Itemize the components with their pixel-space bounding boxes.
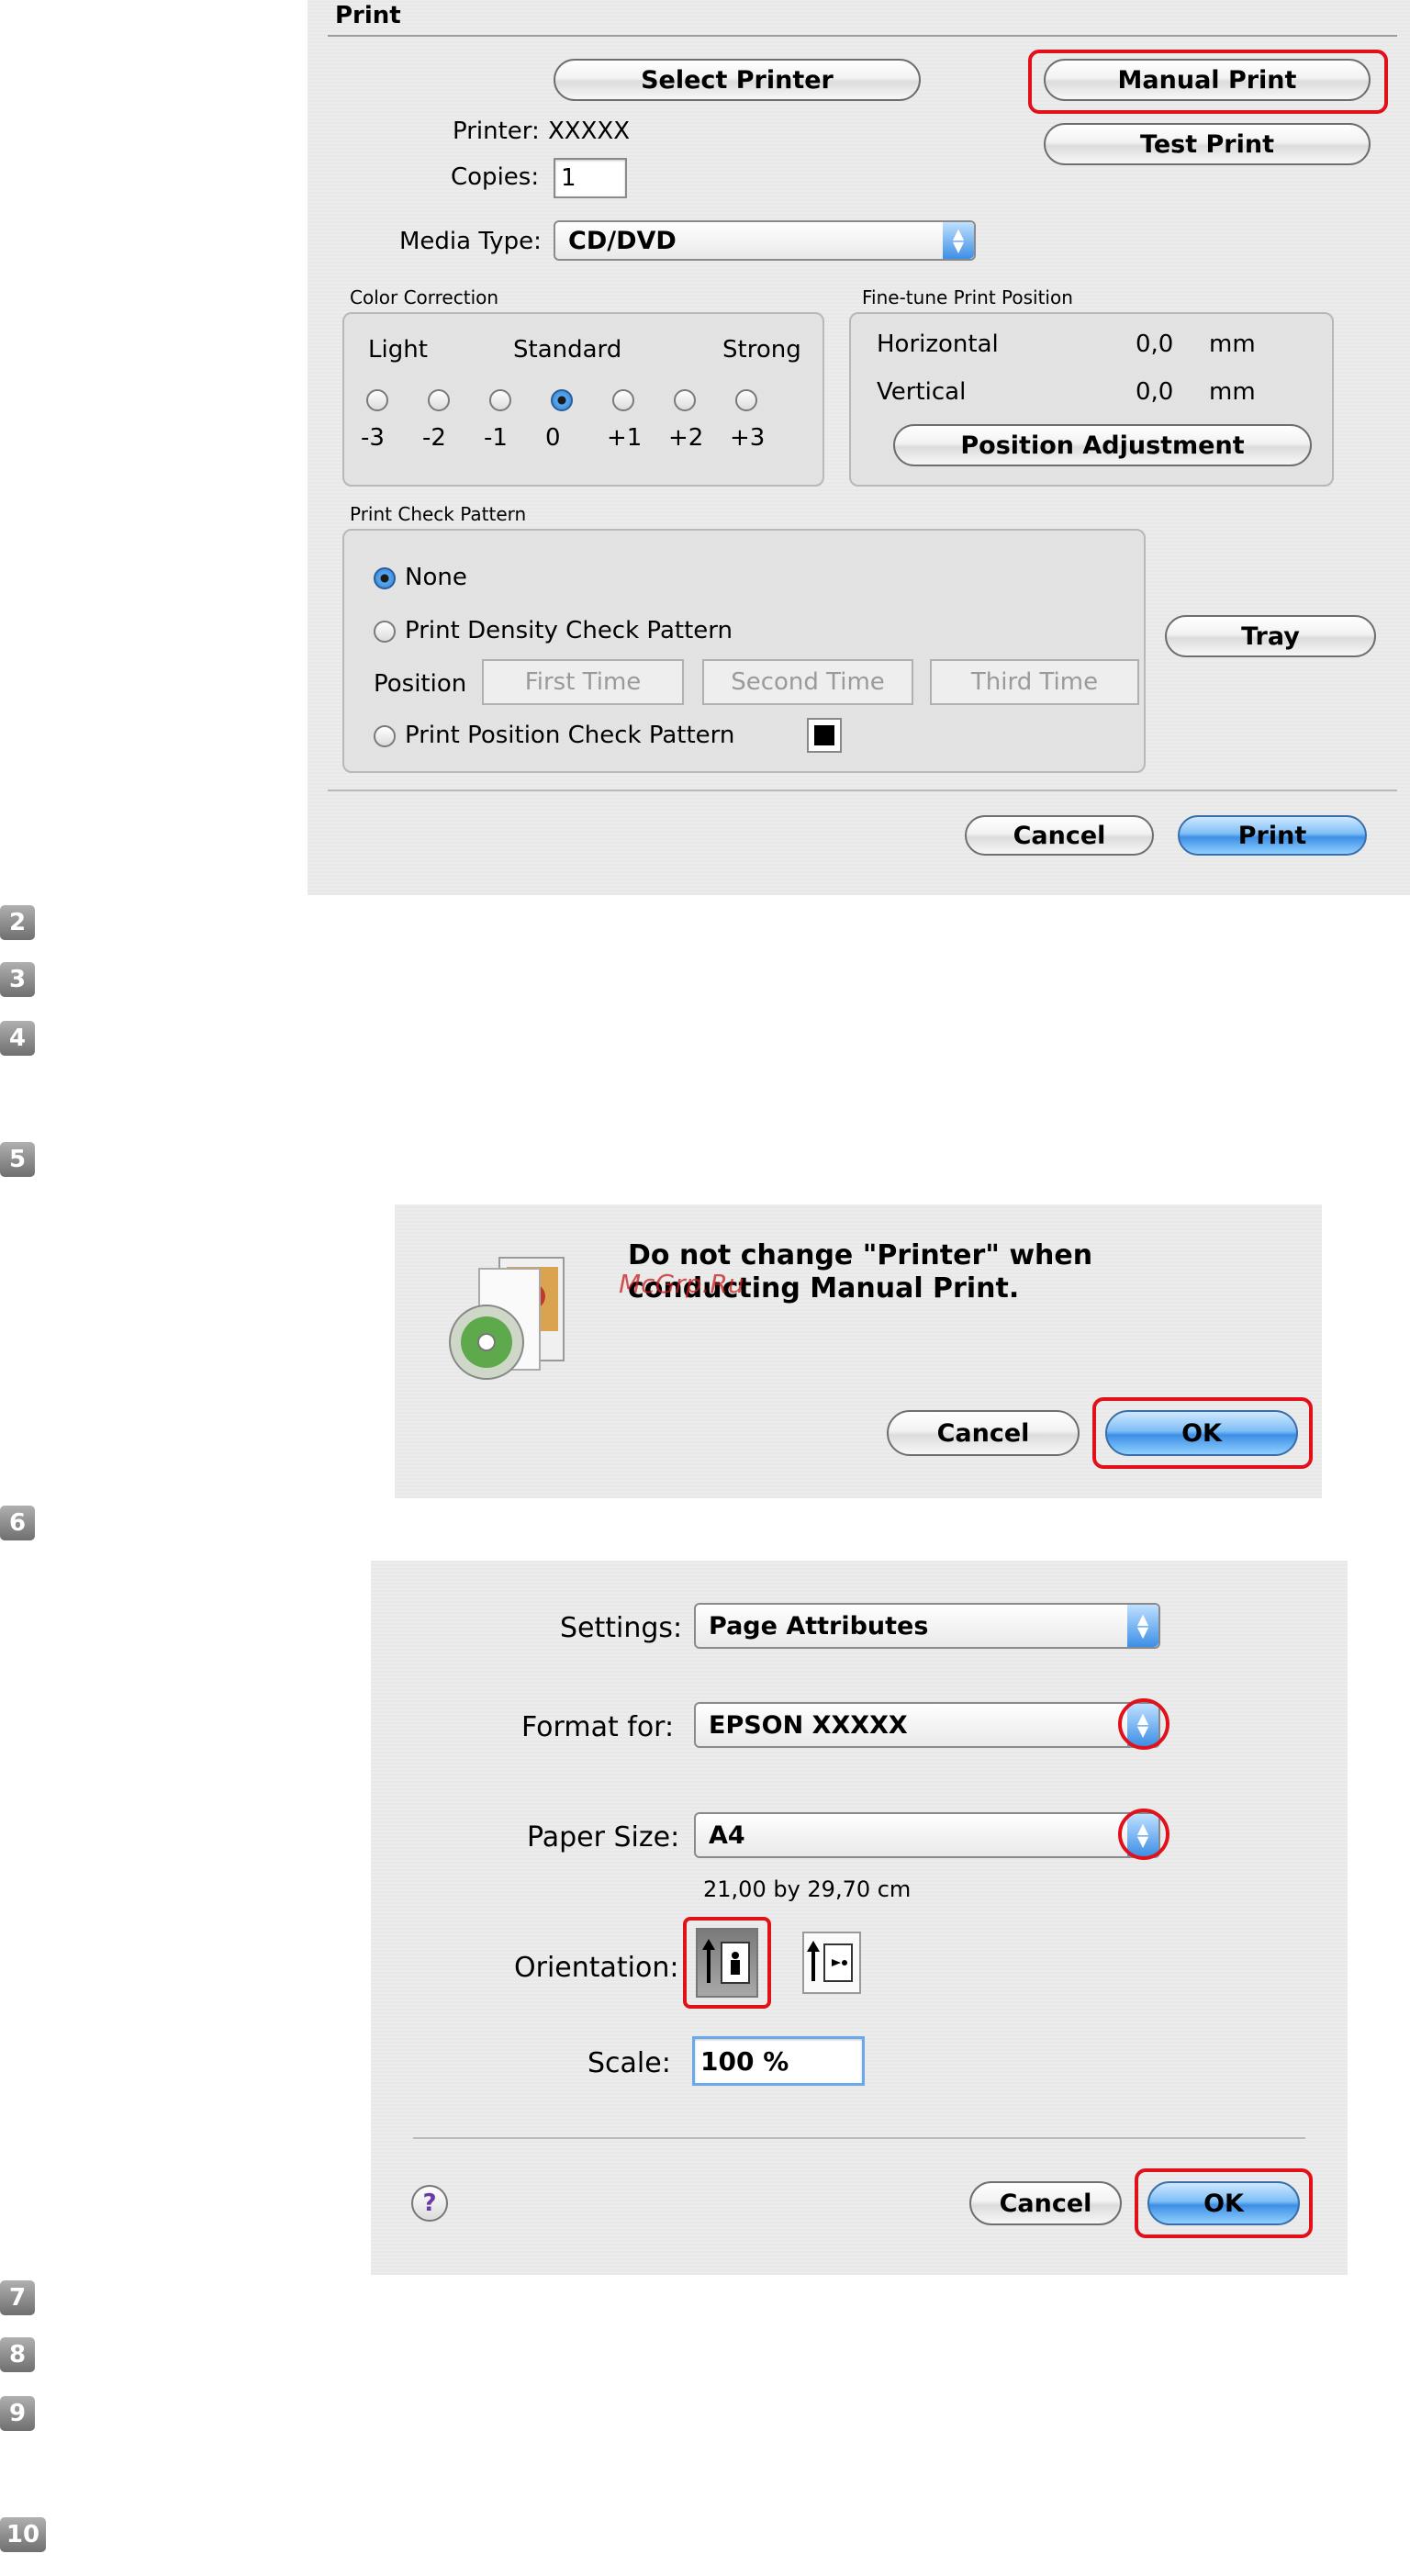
horizontal-value: 0,0 xyxy=(1136,330,1174,358)
settings-value: Page Attributes xyxy=(709,1611,929,1641)
popup-arrows-icon: ▲ ▼ xyxy=(1127,1605,1158,1647)
color-swatch-fill xyxy=(814,725,834,745)
color-level-label: +1 xyxy=(607,424,643,452)
color-correction-title: Color Correction xyxy=(350,286,499,308)
color-level-label: +3 xyxy=(730,424,766,452)
color-level-label: -1 xyxy=(484,424,508,452)
third-time-button[interactable]: Third Time xyxy=(930,659,1139,705)
color-level-radio[interactable] xyxy=(674,389,696,411)
position-pattern-label[interactable]: Print Position Check Pattern xyxy=(405,722,734,749)
horizontal-unit: mm xyxy=(1209,330,1256,358)
paper-size-label: Paper Size: xyxy=(527,1821,680,1854)
help-icon[interactable]: ? xyxy=(411,2185,448,2222)
printer-label: Printer: xyxy=(453,118,540,145)
scale-label: Scale: xyxy=(588,2047,671,2079)
color-level-label: -3 xyxy=(361,424,385,452)
printer-value: XXXXX xyxy=(548,118,631,145)
settings-label: Settings: xyxy=(560,1612,683,1644)
orientation-label: Orientation: xyxy=(514,1952,679,1984)
position-adjustment-button[interactable]: Position Adjustment xyxy=(893,424,1312,466)
color-level-radio[interactable] xyxy=(612,389,634,411)
title-separator xyxy=(328,35,1397,37)
cancel-button[interactable]: Cancel xyxy=(965,815,1154,856)
copies-label: Copies: xyxy=(451,163,540,191)
check-pattern-group: None Print Density Check Pattern Positio… xyxy=(342,529,1146,773)
page-setup-ok-highlight xyxy=(1135,2168,1313,2238)
media-type-label: Media Type: xyxy=(399,228,542,255)
step-6-badge: 6 xyxy=(0,1506,35,1540)
strong-label: Strong xyxy=(722,336,801,364)
cd-dvd-app-icon: ​ xyxy=(442,1250,580,1388)
paper-size-value: A4 xyxy=(709,1820,745,1850)
density-radio[interactable] xyxy=(374,621,396,643)
watermark-text: McGrp.Ru xyxy=(619,1269,744,1299)
vertical-value: 0,0 xyxy=(1136,378,1174,406)
paper-size-highlight xyxy=(1118,1809,1169,1860)
dialog-title: Print xyxy=(335,2,401,29)
position-label: Position xyxy=(374,670,467,698)
print-dialog: Print Select Printer Manual Print Test P… xyxy=(308,0,1410,895)
none-label[interactable]: None xyxy=(405,564,467,591)
horizontal-label: Horizontal xyxy=(877,330,999,358)
standard-label: Standard xyxy=(513,336,622,364)
test-print-button[interactable]: Test Print xyxy=(1044,123,1371,165)
page-setup-dialog: Settings: Page Attributes ▲ ▼ Format for:… xyxy=(371,1561,1348,2275)
scale-input[interactable]: 100 % xyxy=(692,2036,865,2086)
fine-tune-title: Fine-tune Print Position xyxy=(862,286,1073,308)
popup-arrows-icon: ▲ ▼ xyxy=(943,222,974,259)
color-level-label: 0 xyxy=(545,424,561,452)
density-label[interactable]: Print Density Check Pattern xyxy=(405,617,733,644)
format-for-value: EPSON XXXXX xyxy=(709,1710,908,1740)
page-setup-cancel-button[interactable]: Cancel xyxy=(969,2181,1122,2225)
color-level-label: +2 xyxy=(668,424,704,452)
color-level-radio[interactable] xyxy=(551,389,573,411)
alert-cancel-button[interactable]: Cancel xyxy=(887,1410,1080,1456)
landscape-icon xyxy=(807,1941,853,1982)
none-radio[interactable] xyxy=(374,567,396,589)
alert-ok-highlight xyxy=(1092,1397,1313,1469)
step-8-badge: 8 xyxy=(0,2337,35,2372)
copies-input[interactable]: 1 xyxy=(554,158,627,198)
step-10-badge: 10 xyxy=(0,2517,46,2552)
fine-tune-group: Horizontal 0,0 mm Vertical 0,0 mm Positi… xyxy=(849,312,1334,487)
vertical-unit: mm xyxy=(1209,378,1256,406)
settings-select[interactable]: Page Attributes ▲ ▼ xyxy=(694,1603,1160,1649)
vertical-label: Vertical xyxy=(877,378,967,406)
light-label: Light xyxy=(368,336,428,364)
step-3-badge: 3 xyxy=(0,962,35,997)
color-level-label: -2 xyxy=(422,424,446,452)
page-setup-separator xyxy=(413,2137,1305,2139)
color-level-radio[interactable] xyxy=(735,389,757,411)
manual-print-highlight xyxy=(1028,50,1388,114)
paper-dimensions: 21,00 by 29,70 cm xyxy=(703,1876,912,1902)
color-level-radio[interactable] xyxy=(489,389,511,411)
tray-button[interactable]: Tray xyxy=(1165,615,1376,657)
step-9-badge: 9 xyxy=(0,2396,35,2431)
color-correction-group: Light Standard Strong -3 -2 -1 0 +1 +2 +3 xyxy=(342,312,824,487)
paper-size-select[interactable]: A4 ▲ ▼ xyxy=(694,1812,1160,1858)
select-printer-button[interactable]: Select Printer xyxy=(554,59,921,101)
orientation-highlight xyxy=(683,1917,771,2009)
alert-dialog: ​ Do not change "Printer" when conductin… xyxy=(395,1204,1322,1498)
format-for-select[interactable]: EPSON XXXXX ▲ ▼ xyxy=(694,1702,1160,1748)
media-type-value: CD/DVD xyxy=(568,226,677,255)
step-4-badge: 4 xyxy=(0,1021,35,1056)
color-level-radio[interactable] xyxy=(428,389,450,411)
second-time-button[interactable]: Second Time xyxy=(702,659,913,705)
color-swatch[interactable] xyxy=(807,718,842,753)
media-type-select[interactable]: CD/DVD ▲ ▼ xyxy=(554,220,976,261)
check-pattern-title: Print Check Pattern xyxy=(350,503,527,525)
step-5-badge: 5 xyxy=(0,1142,35,1177)
color-level-radio[interactable] xyxy=(366,389,388,411)
format-for-label: Format for: xyxy=(521,1711,675,1743)
first-time-button[interactable]: First Time xyxy=(482,659,684,705)
position-pattern-radio[interactable] xyxy=(374,725,396,747)
print-button[interactable]: Print xyxy=(1178,815,1367,856)
format-for-highlight xyxy=(1118,1698,1169,1750)
bottom-separator xyxy=(328,790,1397,791)
step-7-badge: 7 xyxy=(0,2280,35,2315)
step-2-badge: 2 xyxy=(0,905,35,940)
landscape-button[interactable] xyxy=(802,1932,861,1994)
